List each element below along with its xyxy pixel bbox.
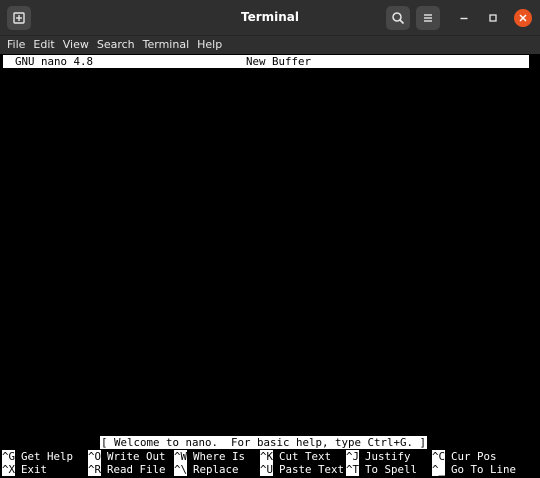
shortcut-cur-pos: ^C Cur Pos [432,450,497,463]
menu-view[interactable]: View [63,36,89,54]
maximize-button[interactable] [484,9,502,27]
menu-help[interactable]: Help [197,36,222,54]
shortcut-key: ^_ [432,463,446,476]
menu-edit[interactable]: Edit [33,36,54,54]
shortcut-label: Justify [365,450,411,463]
shortcut-get-help: ^G Get Help [2,450,73,463]
menu-terminal[interactable]: Terminal [143,36,190,54]
shortcut-key: ^J [346,450,360,463]
menu-file[interactable]: File [7,36,25,54]
shortcut-label: To Spell [365,463,418,476]
shortcut-key: ^C [432,450,446,463]
shortcut-key: ^O [88,450,102,463]
search-button[interactable] [386,6,410,30]
minimize-icon [460,17,468,20]
shortcut-row-1: ^G Get Help ^O Write Out ^W Where Is ^K Cut … [0,450,540,463]
shortcut-key: ^X [2,463,16,476]
shortcut-go-to-line: ^_ Go To Line [432,463,516,476]
shortcut-exit: ^X Exit [2,463,47,476]
shortcut-label: Cur Pos [451,450,497,463]
close-button[interactable] [514,9,532,27]
nano-status-message: [ Welcome to nano. For basic help, type … [100,436,428,449]
search-icon [392,12,405,25]
shortcut-justify: ^J Justify [346,450,411,463]
nano-buffer-name: New Buffer [246,55,312,68]
title-bar: Terminal [0,0,540,36]
shortcut-key: ^W [174,450,188,463]
maximize-icon [489,14,497,22]
shortcut-key: ^\ [174,463,188,476]
shortcut-label: Where Is [193,450,246,463]
hamburger-menu-icon [424,14,432,22]
shortcut-to-spell: ^T To Spell [346,463,417,476]
shortcut-label: Replace [193,463,239,476]
nano-version: GNU nano 4.8 [15,55,94,68]
shortcut-key: ^U [260,463,274,476]
terminal-window: Terminal File Edit View Search Terminal … [0,0,540,478]
shortcut-replace: ^\ Replace [174,463,239,476]
shortcut-label: Read File [107,463,166,476]
shortcut-paste-text: ^U Paste Text [260,463,344,476]
shortcut-key: ^K [260,450,274,463]
shortcut-label: Exit [21,463,48,476]
shortcut-label: Paste Text [279,463,345,476]
close-icon [519,14,527,22]
terminal-scrollbar[interactable] [531,54,540,478]
shortcut-label: Cut Text [279,450,332,463]
shortcut-label: Get Help [21,450,74,463]
shortcut-read-file: ^R Read File [88,463,166,476]
new-tab-button[interactable] [7,6,31,30]
shortcut-cut-text: ^K Cut Text [260,450,331,463]
shortcut-row-2: ^X Exit ^R Read File ^\ Replace ^U Paste Tex… [0,463,540,476]
shortcut-key: ^T [346,463,360,476]
nano-title-bar: GNU nano 4.8 New Buffer [3,55,529,68]
shortcut-key: ^G [2,450,16,463]
shortcut-write-out: ^O Write Out [88,450,166,463]
shortcut-where-is: ^W Where Is [174,450,245,463]
shortcut-key: ^R [88,463,102,476]
terminal-area[interactable]: GNU nano 4.8 New Buffer [ Welcome to nan… [0,54,540,478]
new-tab-icon [13,12,25,24]
minimize-button[interactable] [455,9,473,27]
hamburger-menu-button[interactable] [416,6,440,30]
shortcut-label: Go To Line [451,463,517,476]
shortcut-label: Write Out [107,450,166,463]
menu-search[interactable]: Search [97,36,135,54]
nano-shortcut-bar: ^G Get Help ^O Write Out ^W Where Is ^K Cut … [0,450,540,476]
menu-bar: File Edit View Search Terminal Help [0,36,540,54]
